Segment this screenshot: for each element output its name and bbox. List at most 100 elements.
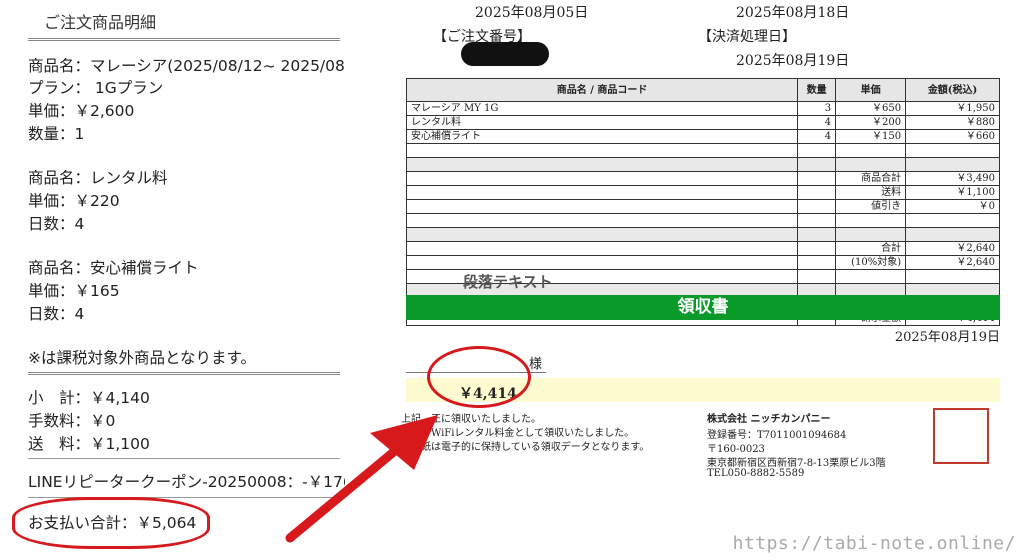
col-unit-price: 単価 [835, 78, 907, 102]
table-cell [905, 227, 1000, 242]
fee: 手数料：￥0 [28, 412, 116, 430]
table-cell: 4 [797, 115, 837, 130]
table-cell: (10%対象) [835, 255, 907, 270]
table-row: マレーシア MY 1G 3 ￥650 ￥1,950 [405, 101, 1000, 116]
table-row: (10%対象) ￥2,640 [405, 255, 1000, 270]
table-row: 送料 ￥1,100 [405, 185, 1000, 200]
table-cell [797, 213, 837, 228]
item-1-plan: プラン： 1Gプラン [28, 79, 164, 97]
item-2-name: 商品名：レンタル料 [28, 169, 168, 187]
table-cell [835, 213, 907, 228]
table-cell [797, 255, 837, 270]
table-cell: 合計 [835, 241, 907, 256]
table-cell: ￥200 [835, 115, 907, 130]
table-cell: ￥880 [905, 115, 1000, 130]
item-1-name: 商品名：マレーシア(2025/08/12~ 2025/08/15 [28, 57, 345, 75]
table-cell: 値引き [835, 199, 907, 214]
table-cell [797, 227, 837, 242]
table-cell: ￥2,640 [905, 255, 1000, 270]
table-cell: ￥0 [905, 199, 1000, 214]
table-cell [905, 213, 1000, 228]
table-cell [405, 157, 799, 172]
note-line: ※本紙は電子的に保持している領収データとなります。 [401, 442, 650, 453]
date-ship: 2025年08月18日 [736, 5, 850, 21]
note-line: 但し、WiFiレンタル料金として領収いたしました。 [401, 428, 635, 439]
order-details-heading: ご注文商品明細 [44, 13, 157, 32]
table-row: レンタル料 4 ￥200 ￥880 [405, 115, 1000, 130]
coupon: LINEリピータークーポン-20250008：-￥176 [28, 473, 345, 491]
table-cell [405, 143, 799, 158]
site-watermark: https://tabi-note.online/ [732, 533, 1016, 554]
company-address: 東京都新宿区西新宿7-8-13栗原ビル3階 [707, 458, 886, 469]
col-qty: 数量 [797, 78, 837, 102]
table-cell [835, 227, 907, 242]
order-details-panel: ご注文商品明細 商品名：マレーシア(2025/08/12~ 2025/08/15… [0, 0, 345, 560]
table-cell: ￥1,100 [905, 185, 1000, 200]
item-1-price: 単価：￥2,600 [28, 102, 135, 120]
shipping: 送 料：￥1,100 [28, 435, 150, 453]
honorific: 様 [529, 357, 543, 372]
divider [28, 458, 340, 459]
registration-number: 登録番号：T7011001094684 [707, 430, 847, 441]
table-cell [405, 227, 799, 242]
table-row [405, 213, 1000, 228]
table-cell: ￥1,950 [905, 101, 1000, 116]
table-row: 安心補償ライト 4 ￥150 ￥660 [405, 129, 1000, 144]
table-row [405, 227, 1000, 242]
table-header-row: 商品名 / 商品コード 数量 単価 金額(税込) [405, 78, 1000, 102]
table-cell: マレーシア MY 1G [405, 101, 799, 116]
date-order: 2025年08月05日 [475, 5, 589, 21]
table-cell: ￥2,640 [905, 241, 1000, 256]
col-product: 商品名 / 商品コード [405, 78, 799, 102]
table-cell [905, 269, 1000, 284]
table-cell: 3 [797, 101, 837, 116]
table-cell [797, 241, 837, 256]
table-cell: ￥150 [835, 129, 907, 144]
item-3-name: 商品名：安心補償ライト [28, 259, 199, 277]
highlight-circle-total [12, 497, 210, 549]
table-row [405, 157, 1000, 172]
item-3-days: 日数：4 [28, 305, 85, 323]
table-cell [797, 199, 837, 214]
item-2-price: 単価：￥220 [28, 192, 120, 210]
highlight-circle-amount [427, 346, 531, 408]
table-cell [797, 269, 837, 284]
company-name: 株式会社 ニッチカンパニー [707, 414, 831, 425]
settlement-date: 2025年08月19日 [736, 53, 850, 69]
table-cell [797, 143, 837, 158]
item-3-price: 単価：￥165 [28, 282, 120, 300]
item-2-days: 日数：4 [28, 215, 85, 233]
redacted-order-number [461, 42, 549, 66]
table-cell: ￥650 [835, 101, 907, 116]
postal-code: 〒160-0023 [707, 444, 765, 455]
watermark-text: 段落テキスト [463, 273, 553, 291]
subtotal: 小 計：￥4,140 [28, 389, 150, 407]
table-cell [405, 241, 799, 256]
table-row: 商品合計 ￥3,490 [405, 171, 1000, 186]
divider [28, 38, 340, 41]
table-row [405, 143, 1000, 158]
table-cell [835, 143, 907, 158]
table-cell: 商品合計 [835, 171, 907, 186]
receipt-title: 領収書 [406, 295, 1000, 320]
tax-note: ※は課税対象外商品となります。 [28, 349, 256, 367]
table-cell: 4 [797, 129, 837, 144]
settlement-label: 【決済処理日】 [698, 29, 796, 45]
table-cell [905, 143, 1000, 158]
table-cell [405, 171, 799, 186]
table-cell [405, 255, 799, 270]
table-row: 値引き ￥0 [405, 199, 1000, 214]
divider [28, 372, 340, 375]
table-cell [797, 157, 837, 172]
table-cell [405, 213, 799, 228]
table-cell: ￥660 [905, 129, 1000, 144]
table-row: 合計 ￥2,640 [405, 241, 1000, 256]
receipt-panel: 2025年08月05日 2025年08月18日 【ご注文番号】 【決済処理日】 … [345, 0, 1024, 560]
table-cell: ￥3,490 [905, 171, 1000, 186]
table-cell [405, 199, 799, 214]
company-seal-stamp [933, 408, 989, 464]
note-line: 上記、正に領収いたしました。 [401, 414, 541, 425]
item-1-qty: 数量：1 [28, 125, 85, 143]
table-cell: レンタル料 [405, 115, 799, 130]
table-cell [835, 269, 907, 284]
